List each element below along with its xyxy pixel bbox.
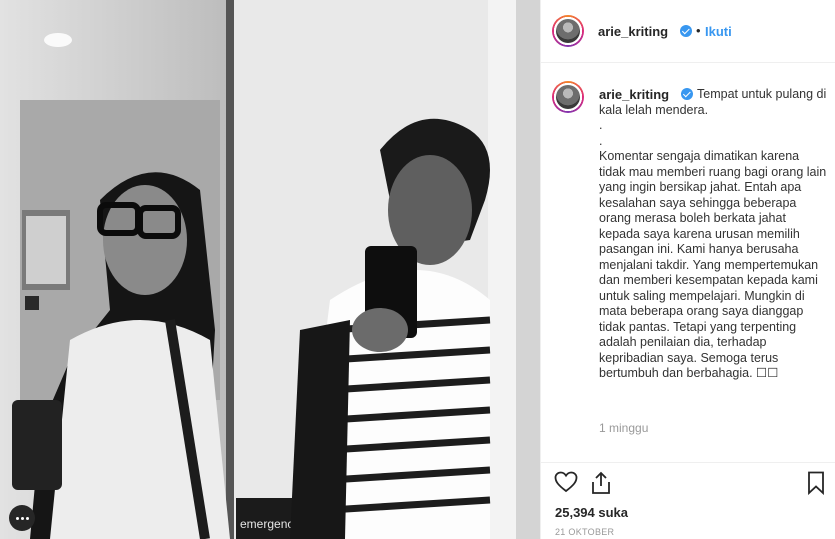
share-icon[interactable] <box>590 471 612 500</box>
likes-count[interactable]: 25,394 suka <box>555 505 628 520</box>
follow-button[interactable]: Ikuti <box>705 24 732 39</box>
author-username[interactable]: arie_kriting <box>598 24 668 39</box>
post-sidebar: arie_kriting • Ikuti arie_kriting Tempat… <box>540 0 835 539</box>
relative-time[interactable]: 1 minggu <box>599 421 648 435</box>
avatar[interactable] <box>552 15 584 47</box>
post-date: 21 OKTOBER <box>555 527 615 537</box>
instagram-post-view: emergency Exit arie_kriting • Ikuti arie… <box>0 0 835 539</box>
header-separator: • <box>696 23 701 38</box>
caption-line: Tempat untuk pulang di kala lelah mender… <box>599 87 827 117</box>
action-bar <box>541 462 835 497</box>
caption-text: Tempat untuk pulang di kala lelah mender… <box>599 87 827 382</box>
bookmark-icon[interactable] <box>807 471 825 500</box>
post-header: arie_kriting • Ikuti <box>541 0 835 63</box>
more-dots-icon[interactable] <box>9 505 35 531</box>
caption-avatar[interactable] <box>552 81 584 113</box>
photo-image: emergency Exit <box>0 0 540 539</box>
verified-badge-icon <box>680 25 692 37</box>
caption-line: . <box>599 133 603 148</box>
heart-icon[interactable] <box>554 471 578 498</box>
caption-line: Komentar sengaja dimatikan karena tidak … <box>599 149 827 380</box>
post-photo[interactable]: emergency Exit <box>0 0 540 539</box>
caption-line: . <box>599 118 603 132</box>
